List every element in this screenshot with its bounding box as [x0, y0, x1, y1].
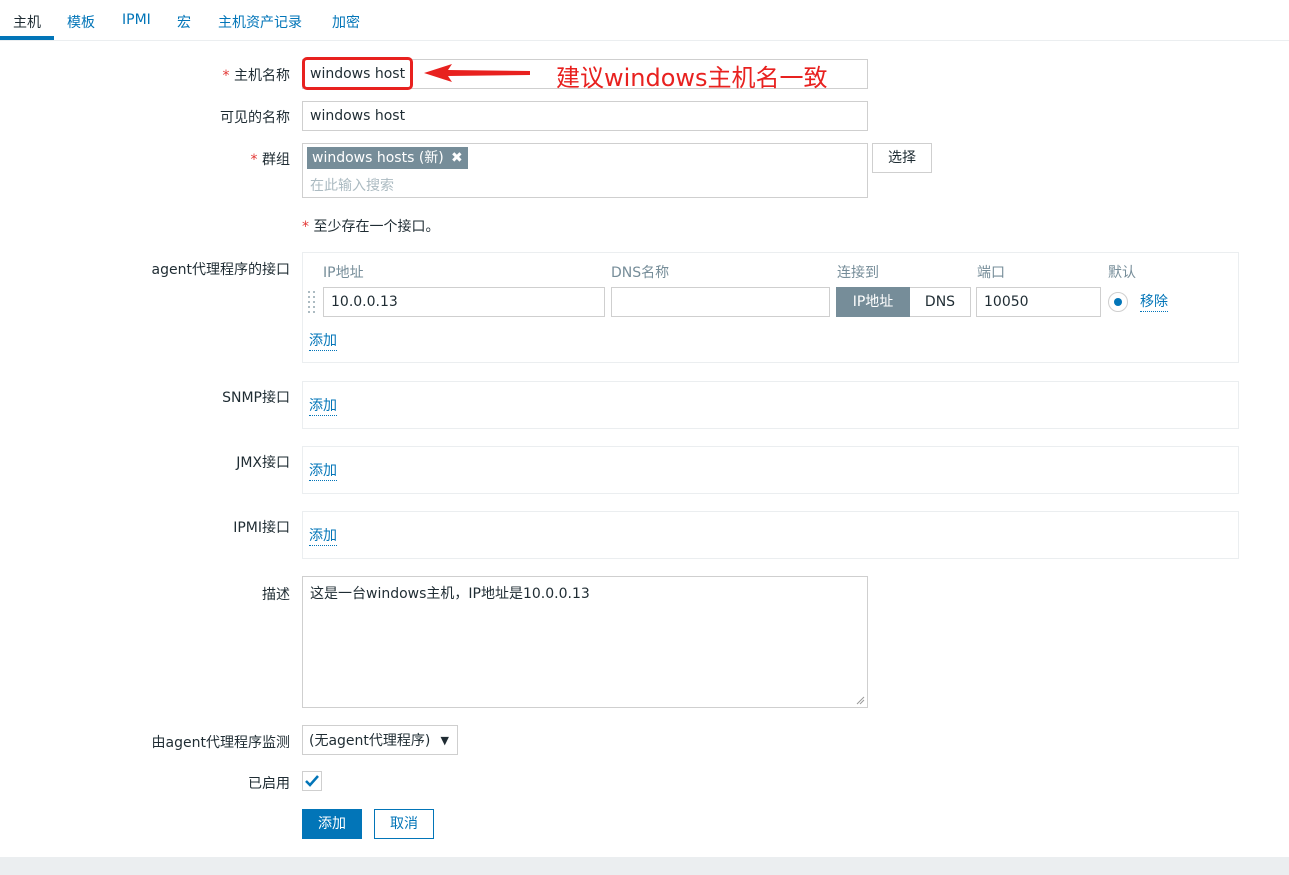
ipmi-interfaces-box — [302, 511, 1239, 559]
drag-handle-icon[interactable] — [308, 291, 316, 313]
agent-port-input[interactable]: 10050 — [976, 287, 1101, 317]
annotation-highlight-box — [302, 57, 413, 90]
agent-dns-input[interactable] — [611, 287, 830, 317]
tab-bar: 主机 模板 IPMI 宏 主机资产记录 加密 — [0, 0, 1289, 41]
agent-ip-input[interactable]: 10.0.0.13 — [323, 287, 605, 317]
remove-interface-link[interactable]: 移除 — [1140, 294, 1168, 312]
description-textarea[interactable]: 这是一台windows主机，IP地址是10.0.0.13 — [302, 576, 868, 708]
tab-templates[interactable]: 模板 — [67, 12, 95, 32]
cancel-button[interactable]: 取消 — [374, 809, 434, 839]
col-ip: IP地址 — [323, 265, 364, 281]
tab-host[interactable]: 主机 — [13, 12, 41, 32]
group-tag-label: windows hosts (新) — [312, 150, 444, 166]
snmp-label: SNMP接口 — [222, 390, 290, 406]
remove-tag-icon[interactable]: ✖ — [451, 147, 463, 169]
tab-ipmi[interactable]: IPMI — [122, 12, 151, 28]
description-label: 描述 — [262, 587, 290, 603]
groups-label: * 群组 — [250, 152, 290, 168]
interface-notice: * 至少存在一个接口。 — [302, 219, 440, 235]
add-snmp-interface-link[interactable]: 添加 — [309, 398, 337, 416]
page-footer — [0, 857, 1289, 875]
jmx-label: JMX接口 — [236, 455, 290, 471]
col-connect-to: 连接到 — [837, 265, 879, 281]
enabled-checkbox[interactable] — [302, 771, 322, 791]
col-port: 端口 — [977, 265, 1005, 281]
tab-encryption[interactable]: 加密 — [332, 12, 360, 32]
proxy-select-value: (无agent代理程序) — [309, 733, 431, 749]
add-agent-interface-link[interactable]: 添加 — [309, 333, 337, 351]
select-groups-button[interactable]: 选择 — [872, 143, 932, 173]
tab-macros[interactable]: 宏 — [177, 12, 191, 32]
groups-multiselect[interactable]: windows hosts (新) ✖ 在此输入搜索 — [302, 143, 868, 198]
tab-inventory[interactable]: 主机资产记录 — [218, 12, 302, 32]
jmx-interfaces-box — [302, 446, 1239, 494]
annotation-arrow-icon — [424, 64, 530, 82]
checkmark-icon — [305, 775, 319, 787]
annotation-text: 建议windows主机名一致 — [556, 64, 828, 92]
dropdown-arrow-icon: ▼ — [440, 734, 449, 747]
col-default: 默认 — [1108, 265, 1136, 281]
add-button[interactable]: 添加 — [302, 809, 362, 839]
groups-search-input[interactable]: 在此输入搜索 — [310, 175, 394, 195]
active-tab-indicator — [0, 36, 54, 40]
hostname-label: * 主机名称 — [222, 68, 290, 84]
visible-name-label: 可见的名称 — [220, 110, 290, 126]
add-ipmi-interface-link[interactable]: 添加 — [309, 528, 337, 546]
proxy-select[interactable]: (无agent代理程序) ▼ — [302, 725, 458, 755]
ipmi-label: IPMI接口 — [233, 520, 290, 536]
agent-interfaces-label: agent代理程序的接口 — [151, 262, 290, 278]
connect-dns-toggle[interactable]: DNS — [910, 287, 971, 317]
resize-grip-icon[interactable] — [856, 696, 865, 705]
default-interface-radio[interactable] — [1108, 292, 1128, 312]
connect-ip-toggle[interactable]: IP地址 — [836, 287, 910, 317]
snmp-interfaces-box — [302, 381, 1239, 429]
col-dns: DNS名称 — [611, 265, 670, 281]
visible-name-input[interactable]: windows host — [302, 101, 868, 131]
description-text: 这是一台windows主机，IP地址是10.0.0.13 — [310, 586, 590, 602]
add-jmx-interface-link[interactable]: 添加 — [309, 463, 337, 481]
proxy-label: 由agent代理程序监测 — [151, 735, 290, 751]
group-tag: windows hosts (新) ✖ — [307, 147, 468, 169]
radio-dot-icon — [1114, 298, 1122, 306]
enabled-label: 已启用 — [248, 776, 290, 792]
